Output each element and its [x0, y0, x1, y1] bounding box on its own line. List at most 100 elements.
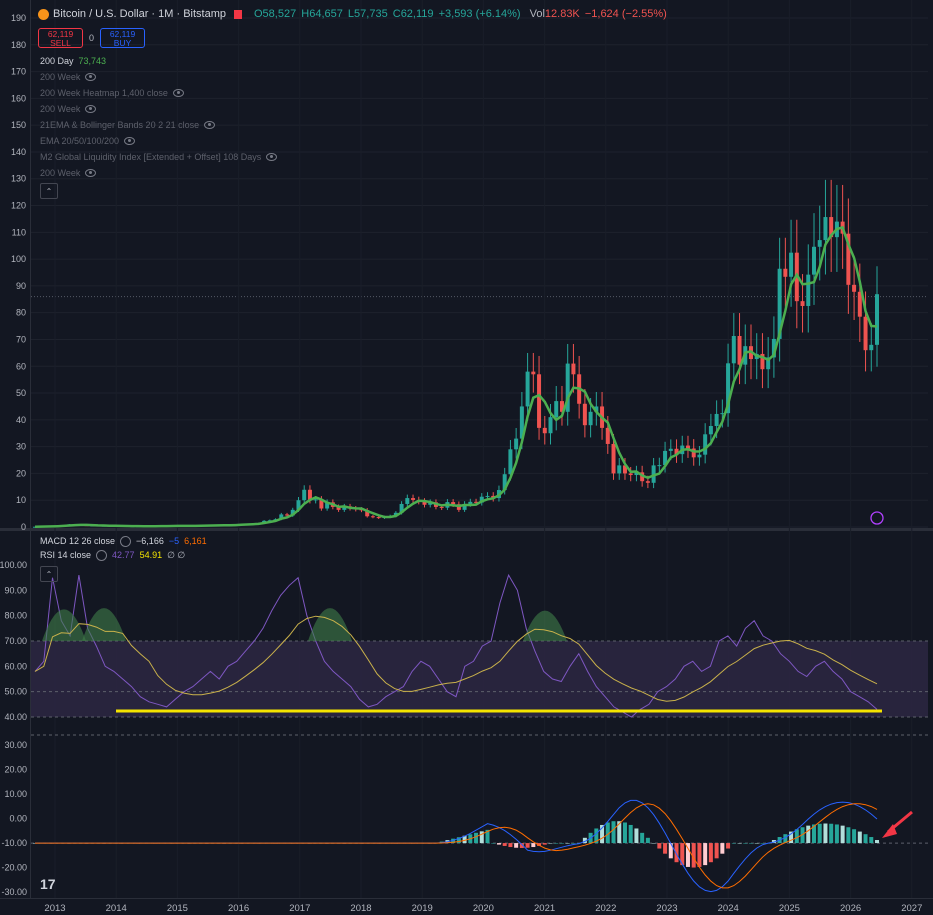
visibility-eye-icon[interactable]	[266, 153, 278, 161]
price-axis-label: 140	[11, 147, 26, 157]
candle-body	[737, 335, 742, 365]
time-axis-label: 2019	[412, 903, 433, 914]
macd-bar	[508, 843, 513, 848]
candle-body	[668, 448, 673, 451]
indicator-row[interactable]: 200 Week	[40, 72, 97, 82]
sell-label: SELL	[50, 38, 71, 48]
candle-body	[302, 489, 307, 501]
macd-bar	[875, 840, 879, 844]
rsi-label: RSI 14 close	[40, 550, 92, 560]
macd-value-2: −5	[168, 536, 180, 546]
indicator-row[interactable]: 200 Week Heatmap 1,400 close	[40, 88, 184, 98]
indicator-row[interactable]: 21EMA & Bollinger Bands 20 2 21 close	[40, 120, 216, 130]
candle-body	[657, 465, 662, 467]
candle-body	[863, 316, 868, 351]
candle-body	[852, 284, 857, 292]
indicator-label: 200 Week	[40, 104, 81, 114]
candle-body	[817, 240, 822, 247]
macd-value-1: −6,166	[136, 536, 164, 546]
tradingview-logo[interactable]: 17	[40, 876, 56, 892]
price-axis-label: 150	[11, 120, 26, 130]
rsi-axis-label: 50.00	[4, 687, 27, 697]
indicator-row[interactable]: EMA 20/50/100/200	[40, 136, 136, 146]
macd-bar	[720, 843, 725, 854]
indicator-row[interactable]: 200 Week	[40, 168, 97, 178]
price-axis-label: 130	[11, 174, 26, 184]
macd-bar	[559, 843, 564, 844]
rsi-value-1: 42.77	[112, 550, 135, 560]
macd-bar	[806, 825, 811, 844]
candle-body	[531, 371, 536, 375]
settings-icon[interactable]	[120, 535, 132, 547]
candle-body	[554, 401, 559, 418]
candle-body	[508, 449, 513, 475]
visibility-eye-icon[interactable]	[85, 169, 97, 177]
collapse-pane-button[interactable]: ⌃	[40, 566, 58, 582]
time-axis-label: 2018	[350, 903, 371, 914]
indicator-value: 73,743	[78, 56, 107, 66]
candle-body	[731, 335, 736, 364]
time-axis-label: 2014	[106, 903, 127, 914]
macd-bar	[863, 834, 868, 844]
visibility-eye-icon[interactable]	[172, 89, 184, 97]
visibility-eye-icon[interactable]	[85, 105, 97, 113]
macd-bar	[726, 843, 731, 849]
time-axis-label: 2027	[901, 903, 922, 914]
candle-body	[542, 427, 547, 434]
rsi-axis-label: 90.00	[4, 585, 27, 595]
buy-button[interactable]: 62,119 BUY	[100, 28, 146, 48]
macd-bar	[640, 832, 645, 844]
candle-body	[617, 465, 622, 474]
axis-border	[30, 0, 31, 898]
time-axis-label: 2017	[289, 903, 310, 914]
indicator-row[interactable]: M2 Global Liquidity Index [Extended + Of…	[40, 152, 278, 162]
indicator-row[interactable]: 200 Day 73,743	[40, 56, 106, 66]
macd-bar	[651, 843, 656, 844]
chart-legend: Bitcoin / U.S. Dollar · 1M · Bitstamp O5…	[38, 8, 667, 20]
visibility-eye-icon[interactable]	[124, 137, 136, 145]
candle-body	[514, 438, 519, 450]
candle-body	[525, 371, 530, 407]
macd-bar	[708, 843, 713, 863]
low-value: L57,735	[347, 8, 388, 20]
macd-bar	[514, 843, 519, 848]
macd-bar	[731, 843, 736, 844]
candle-body	[857, 291, 862, 317]
price-axis-label: 70	[16, 334, 26, 344]
candle-body	[714, 413, 719, 427]
time-axis-label: 2015	[167, 903, 188, 914]
macd-bar	[491, 843, 496, 844]
volume-change: −1,624 (−2.55%)	[584, 8, 667, 20]
candle-body	[588, 411, 593, 426]
macd-bar	[502, 843, 507, 846]
candle-body	[411, 498, 416, 500]
lower-pane-legend: MACD 12 26 close −6,166 −5 6,161 RSI 14 …	[40, 534, 207, 562]
candle-body	[783, 268, 788, 277]
macd-bar	[760, 843, 765, 844]
macd-bar	[737, 843, 742, 844]
candle-body	[485, 495, 490, 497]
candle-body	[703, 434, 708, 455]
macd-bar	[634, 828, 639, 844]
visibility-eye-icon[interactable]	[85, 73, 97, 81]
indicator-row[interactable]: 200 Week	[40, 104, 97, 114]
visibility-eye-icon[interactable]	[204, 121, 216, 129]
macd-bar	[611, 821, 616, 844]
volume-label: Vol	[529, 8, 545, 20]
candle-body	[405, 498, 410, 504]
rsi-axis-label: 80.00	[4, 611, 27, 621]
settings-icon[interactable]	[96, 549, 108, 561]
macd-histogram	[33, 821, 879, 868]
pane-separator	[0, 528, 933, 531]
collapse-indicators-button[interactable]: ⌃	[40, 183, 58, 199]
change-value: +3,593 (+6.14%)	[438, 8, 521, 20]
rsi-axis-label: 40.00	[4, 712, 27, 722]
symbol-title[interactable]: Bitcoin / U.S. Dollar · 1M · Bitstamp	[53, 8, 226, 20]
price-chart[interactable]: 1901801701601501401301201101009080706050…	[0, 0, 933, 915]
flag-icon[interactable]	[234, 9, 242, 19]
macd-axis-label: 10.00	[4, 789, 27, 799]
macd-bar	[548, 843, 553, 844]
overbought-fill	[308, 608, 352, 641]
macd-bar	[663, 843, 668, 854]
sell-button[interactable]: 62,119 SELL	[38, 28, 83, 48]
